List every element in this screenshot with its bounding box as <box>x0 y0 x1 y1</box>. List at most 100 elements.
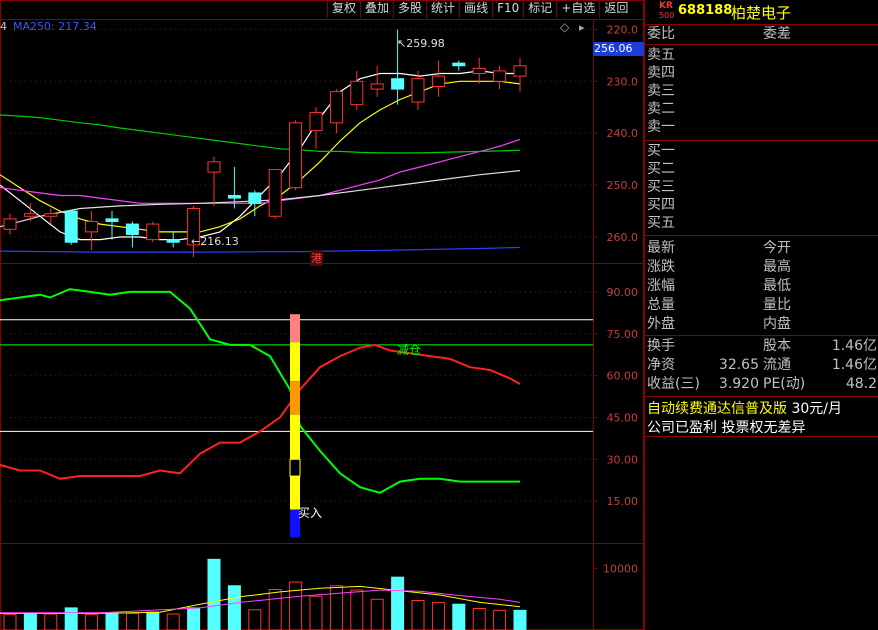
stat-row: 最新 今开 <box>647 240 791 256</box>
kr-logo-icon: KR 500 <box>659 1 675 21</box>
volume-bar <box>227 585 241 630</box>
overlay-button[interactable]: 叠加 <box>360 0 393 18</box>
restore-rights-button[interactable]: 复权 <box>327 0 360 18</box>
candle-body <box>289 122 303 189</box>
f10-button[interactable]: F10 <box>492 0 523 18</box>
hk-connect-marker: 港 <box>310 250 323 266</box>
volume-bar <box>370 598 384 630</box>
bid-row[interactable]: 买四 <box>645 196 878 215</box>
volume-bar <box>3 614 17 630</box>
price-tick-label: 220.0 <box>607 23 639 36</box>
stock-name: 柏楚电子 <box>731 4 792 22</box>
candle-body <box>23 213 37 217</box>
ask-row[interactable]: 卖二 <box>645 100 878 119</box>
ma-line-ma250 <box>0 246 521 253</box>
indicator-tick-label: 15.00 <box>607 495 639 508</box>
pointer-icon[interactable]: ▸ <box>579 21 585 34</box>
volume-bar <box>187 607 201 630</box>
bid-row[interactable]: 买五 <box>645 214 878 233</box>
candle-body <box>64 210 78 243</box>
volume-bar <box>309 595 323 630</box>
volume-bar <box>105 612 119 630</box>
signal-bar-segment <box>290 314 300 343</box>
bid-row[interactable]: 买二 <box>645 160 878 179</box>
draw-line-button[interactable]: 画线 <box>459 0 492 18</box>
volume-bar <box>166 613 180 630</box>
volume-bar <box>268 588 282 630</box>
quote-panel: KR 500 688188 柏楚电子 委比 委差 卖五 卖四 卖三 卖二 卖一 … <box>644 0 878 630</box>
volume-bar <box>44 613 58 630</box>
signal-bar-segment <box>290 431 300 460</box>
candle-body <box>44 213 58 217</box>
candle-body <box>411 78 425 103</box>
ma-legend-prefix: 4 <box>0 20 7 33</box>
candle-body <box>452 62 466 67</box>
candle-body <box>472 67 486 75</box>
back-button[interactable]: 返回 <box>599 0 632 18</box>
low-annotation: ←216.13 <box>191 235 239 248</box>
candle-body <box>248 192 262 204</box>
candle-body <box>493 70 507 82</box>
volume-bar <box>472 608 486 630</box>
high-annotation: ↖259.98 <box>397 37 445 50</box>
fund-row: 净资 32.65 流通 1.46亿 <box>647 357 877 373</box>
stock-chart[interactable]: 260.0 250.0 240.0 230.0 220.0 90.00 75.00 60.00… <box>0 0 644 630</box>
price-tick-label: 250.0 <box>607 179 639 192</box>
price-tick-label: 240.0 <box>607 127 639 140</box>
ask-row[interactable]: 卖三 <box>645 82 878 101</box>
volume-bar <box>350 589 364 630</box>
volume-bar <box>85 614 99 630</box>
diamond-icon[interactable]: ◇ <box>560 20 569 34</box>
candle-body <box>309 111 323 132</box>
stock-code: 688188 <box>678 3 733 18</box>
mark-button[interactable]: 标记 <box>523 0 556 18</box>
candle-body <box>125 223 139 235</box>
indicator-tick-label: 90.00 <box>607 286 639 299</box>
promo-banner[interactable]: 自动续费通达信普及版 30元/月 <box>647 398 842 418</box>
ma-line-ma5 <box>0 70 520 241</box>
ma250-label: MA250: 217.34 <box>13 20 97 33</box>
volume-bar <box>493 609 507 630</box>
volume-bar <box>23 613 37 630</box>
statistics-button[interactable]: 统计 <box>426 0 459 18</box>
volume-bar <box>64 607 78 630</box>
ask-row[interactable]: 卖五 <box>645 46 878 65</box>
indicator-red-line <box>0 343 521 480</box>
ma-line-ma60 <box>0 114 521 154</box>
volume-bar <box>146 611 160 630</box>
reduce-position-label: 减仓 <box>397 343 422 357</box>
multi-stock-button[interactable]: 多股 <box>393 0 426 18</box>
bid-row[interactable]: 买一 <box>645 142 878 161</box>
volume-tick-label: 10000 <box>603 563 638 576</box>
weibi-row: 委比 委差 <box>647 26 791 42</box>
candle-body <box>329 91 343 124</box>
chart-frame <box>0 0 644 630</box>
candle-body <box>350 80 364 106</box>
price-tick-label: 260.0 <box>607 231 639 244</box>
volume-bar <box>329 585 343 630</box>
indicator-tick-label: 75.00 <box>607 328 639 341</box>
price-tick-label: 230.0 <box>607 75 639 88</box>
volume-bar <box>391 576 405 630</box>
ma-legend: 4 MA250: 217.34 <box>0 20 97 33</box>
signal-bar-segment <box>290 414 300 432</box>
stat-row: 外盘 内盘 <box>647 316 791 332</box>
quote-header: KR 500 688188 柏楚电子 <box>645 0 878 24</box>
indicator-tick-label: 60.00 <box>607 370 639 383</box>
buy-signal-label: 买入 <box>298 506 323 520</box>
candle-body <box>227 195 241 199</box>
candle-body <box>513 65 527 77</box>
stat-row: 涨幅 最低 <box>647 278 791 294</box>
signal-bar-segment <box>290 381 300 415</box>
stat-row: 总量 量比 <box>647 297 791 313</box>
candle-body <box>370 83 384 90</box>
candle-body <box>391 78 405 90</box>
ask-row[interactable]: 卖一 <box>645 118 878 137</box>
ask-row[interactable]: 卖四 <box>645 64 878 83</box>
volume-bar <box>207 558 221 630</box>
company-note: 公司已盈利 投票权无差异 <box>647 420 806 436</box>
bid-row[interactable]: 买三 <box>645 178 878 197</box>
add-watchlist-button[interactable]: +自选 <box>556 0 599 18</box>
fund-row: 收益(三) 3.920 PE(动) 48.2 <box>647 376 877 392</box>
candle-body <box>431 75 445 87</box>
